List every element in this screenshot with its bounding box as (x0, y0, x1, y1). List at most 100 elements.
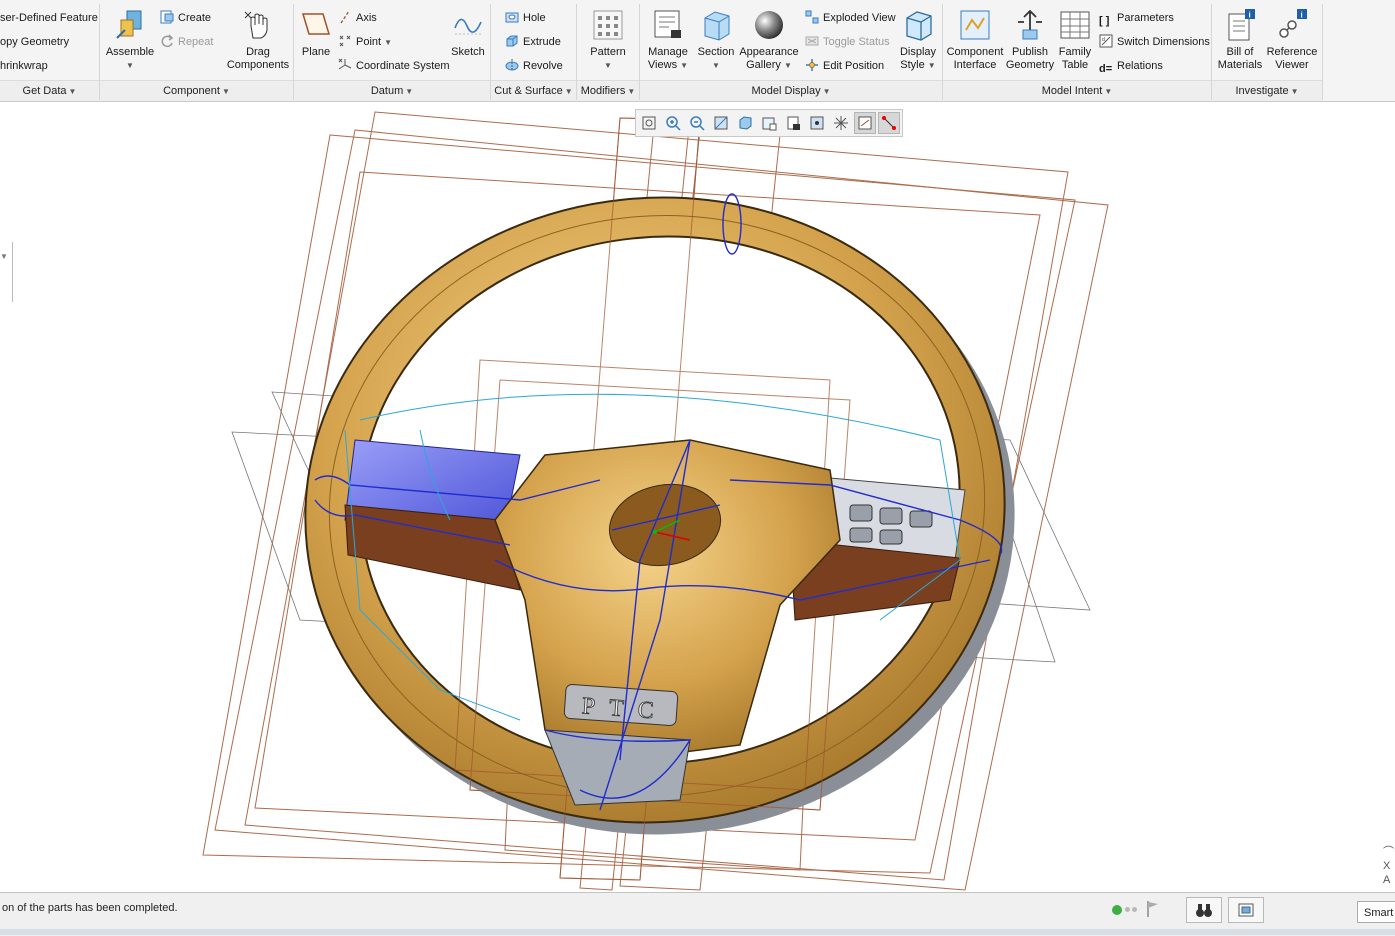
plane-button[interactable]: Plane (296, 8, 336, 59)
repaint-button[interactable] (710, 112, 732, 134)
create-button[interactable]: Create (160, 7, 211, 29)
edit-position-label: Edit Position (823, 60, 885, 72)
component-interface-line2: Interface (953, 59, 997, 71)
perspective-view-button[interactable] (806, 112, 828, 134)
toggle-status-button[interactable]: Toggle Status (805, 31, 890, 53)
shrinkwrap-button[interactable]: hrinkwrap (0, 55, 48, 77)
find-button[interactable] (1186, 897, 1222, 923)
chevron-down-icon: ▼ (564, 87, 573, 96)
drag-components-button[interactable]: Drag Components (224, 8, 292, 72)
smart-filter-dropdown[interactable]: Smart (1357, 901, 1395, 923)
publish-geometry-button[interactable]: Publish Geometry (1005, 8, 1055, 72)
pattern-button[interactable]: Pattern ▼ (583, 8, 633, 72)
svg-text:i: i (1249, 11, 1251, 20)
axis-label: Axis (356, 12, 377, 24)
publish-geometry-line1: Publish (1011, 46, 1049, 58)
drag-line1: Drag (246, 46, 270, 58)
create-label: Create (178, 12, 212, 24)
copy-geometry-label: opy Geometry (0, 36, 70, 48)
group-label-datum[interactable]: Datum ▼ (294, 80, 490, 101)
group-label-cut-surface[interactable]: Cut & Surface ▼ (491, 80, 576, 101)
assemble-label: Assemble (105, 46, 155, 58)
svg-text:i: i (1301, 11, 1303, 20)
graphics-toolbar (635, 109, 903, 137)
axis-button[interactable]: Axis (338, 7, 377, 29)
manage-views-button[interactable]: Manage Views ▼ (644, 8, 692, 72)
group-label-get-data[interactable]: Get Data ▼ (0, 80, 99, 101)
family-table-button[interactable]: Family Table (1055, 8, 1095, 72)
section-label: Section (697, 46, 735, 58)
sketch-icon (454, 18, 482, 35)
display-style-button[interactable]: Display Style ▼ (896, 8, 940, 72)
display-style-line2: Style (900, 59, 925, 71)
display-style-toolbar-button[interactable] (734, 112, 756, 134)
viewport-corner-triad-letters: ⌒ X A (1383, 846, 1394, 886)
exploded-view-button[interactable]: Exploded View (805, 7, 896, 29)
chevron-down-icon: ▼ (1104, 87, 1113, 96)
user-defined-feature-label: ser-Defined Feature (0, 12, 98, 24)
view-manager-button[interactable] (782, 112, 804, 134)
chevron-down-icon: ▼ (0, 252, 8, 261)
toggle-status-icon (805, 36, 819, 46)
group-datum: Plane Axis Point ▼ Coordinate System Ske… (294, 0, 490, 80)
selection-filter-button[interactable] (1228, 897, 1264, 923)
flag-button[interactable] (1146, 900, 1160, 921)
edit-position-button[interactable]: Edit Position (805, 55, 884, 77)
create-icon (160, 10, 174, 24)
section-button[interactable]: Section ▼ (694, 8, 738, 72)
copy-geometry-button[interactable]: opy Geometry (0, 31, 69, 53)
point-button[interactable]: Point ▼ (338, 31, 392, 53)
user-defined-feature-button[interactable]: ser-Defined Feature (0, 7, 98, 29)
sketch-label: Sketch (451, 46, 485, 58)
reference-viewer-button[interactable]: i Reference Viewer (1266, 8, 1318, 72)
repeat-label: Repeat (178, 36, 214, 48)
switch-dimensions-icon: d (1099, 34, 1113, 48)
group-label-component[interactable]: Component ▼ (100, 80, 293, 101)
group-cut-surface: Hole Extrude Revolve (491, 0, 576, 80)
parameters-button[interactable]: [ ] Parameters (1099, 7, 1174, 29)
status-dot-icon (1125, 907, 1130, 912)
appearance-sphere-icon (755, 11, 783, 39)
chevron-down-icon: ▼ (712, 61, 720, 70)
chevron-down-icon: ▼ (927, 61, 936, 70)
group-get-data: ser-Defined Feature opy Geometry hrinkwr… (0, 0, 99, 80)
zoom-out-icon (690, 116, 705, 131)
switch-dimensions-button[interactable]: d Switch Dimensions (1099, 31, 1210, 53)
group-label-model-intent[interactable]: Model Intent ▼ (943, 80, 1211, 101)
view-manager-icon (787, 116, 800, 130)
bom-line2: Materials (1217, 59, 1263, 71)
hole-button[interactable]: Hole (505, 7, 546, 29)
group-label-model-display[interactable]: Model Display ▼ (640, 80, 942, 101)
relations-button[interactable]: d= Relations (1099, 55, 1163, 77)
point-icon (339, 35, 351, 47)
brackets-icon: [ ] (1099, 15, 1110, 27)
bill-of-materials-button[interactable]: i Bill of Materials (1214, 8, 1266, 72)
group-label-modifiers[interactable]: Modifiers ▼ (577, 80, 639, 101)
regeneration-status-indicator[interactable] (1112, 903, 1138, 917)
model-tree-collapse-handle[interactable]: ▼ (0, 242, 13, 302)
datum-filter-icon (858, 116, 872, 130)
extrude-button[interactable]: Extrude (505, 31, 561, 53)
assemble-button[interactable]: Assemble ▼ (104, 8, 156, 72)
sketch-button[interactable]: Sketch (448, 8, 488, 59)
appearance-gallery-button[interactable]: Appearance Gallery ▼ (738, 8, 800, 72)
graphics-window[interactable]: PTC ▼ ⌒ X A (0, 102, 1395, 892)
point-label: Point (356, 36, 382, 48)
datum-display-filters-button[interactable] (853, 112, 876, 134)
model-canvas[interactable]: PTC (0, 102, 1395, 892)
publish-geometry-line2: Geometry (1005, 59, 1055, 71)
repeat-button[interactable]: Repeat (160, 31, 213, 53)
zoom-out-button[interactable] (686, 112, 708, 134)
annotation-display-button[interactable] (830, 112, 852, 134)
refit-button[interactable] (638, 112, 660, 134)
revolve-button[interactable]: Revolve (505, 55, 563, 77)
status-light-icon (1112, 905, 1122, 915)
parameters-label: Parameters (1117, 12, 1174, 24)
saved-views-icon (762, 117, 777, 131)
saved-orientations-button[interactable] (758, 112, 780, 134)
coordinate-system-button[interactable]: Coordinate System (338, 55, 450, 77)
spin-center-button[interactable] (877, 112, 900, 134)
component-interface-button[interactable]: Component Interface (945, 8, 1005, 72)
group-label-investigate[interactable]: Investigate ▼ (1212, 80, 1322, 101)
zoom-in-button[interactable] (662, 112, 684, 134)
